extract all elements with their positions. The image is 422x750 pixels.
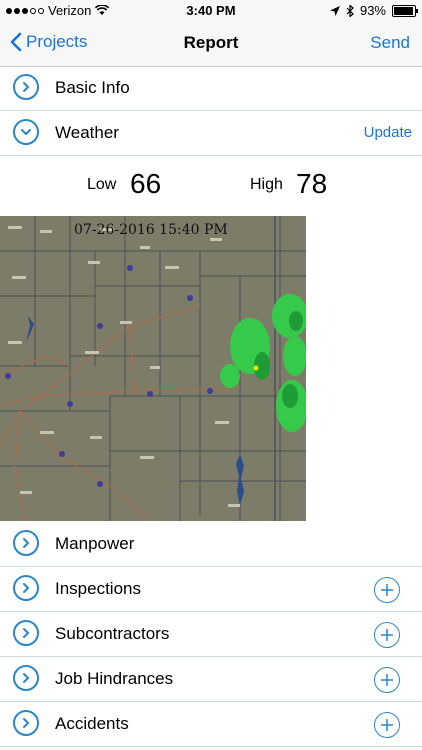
plus-icon bbox=[381, 629, 393, 641]
battery-level bbox=[394, 6, 413, 15]
section-row-accidents[interactable]: Accidents bbox=[0, 702, 422, 747]
section-label-job-hindrances: Job Hindrances bbox=[55, 669, 174, 688]
weather-radar-map: 07-26-2016 15:40 PM bbox=[0, 216, 306, 521]
weather-temperatures: Low 66 High 78 bbox=[0, 160, 422, 212]
section-row-basic-info[interactable]: Basic Info bbox=[0, 66, 422, 111]
radar-map-graphic bbox=[0, 216, 306, 521]
section-row-weather[interactable]: Weather Update bbox=[0, 111, 422, 156]
chevron-right-icon[interactable] bbox=[13, 710, 39, 736]
chevron-right-icon[interactable] bbox=[13, 575, 39, 601]
section-label-weather: Weather bbox=[55, 123, 119, 142]
plus-icon bbox=[381, 719, 393, 731]
status-right: 93% bbox=[329, 3, 418, 18]
update-weather-button[interactable]: Update bbox=[364, 124, 412, 141]
section-label-basic-info: Basic Info bbox=[55, 78, 130, 97]
high-temp-value: 78 bbox=[296, 168, 328, 199]
location-arrow-icon bbox=[329, 5, 340, 16]
chevron-right-icon[interactable] bbox=[13, 620, 39, 646]
add-inspection-button[interactable] bbox=[374, 577, 400, 603]
section-label-accidents: Accidents bbox=[55, 714, 129, 733]
status-bar: Verizon 3:40 PM 93% bbox=[0, 0, 422, 22]
chevron-right-icon[interactable] bbox=[13, 665, 39, 691]
add-accident-button[interactable] bbox=[374, 712, 400, 738]
section-label-manpower: Manpower bbox=[55, 534, 135, 553]
navigation-bar: Projects Report Send bbox=[0, 22, 422, 67]
bluetooth-icon bbox=[346, 4, 354, 17]
low-temp-value: 66 bbox=[130, 168, 162, 199]
page-title: Report bbox=[183, 33, 239, 52]
section-label-subcontractors: Subcontractors bbox=[55, 624, 170, 643]
radar-timestamp: 07-26-2016 15:40 PM bbox=[74, 222, 228, 238]
section-row-job-hindrances[interactable]: Job Hindrances bbox=[0, 657, 422, 702]
low-temp-label: Low bbox=[87, 176, 117, 193]
plus-icon bbox=[381, 584, 393, 596]
section-row-subcontractors[interactable]: Subcontractors bbox=[0, 612, 422, 657]
send-button[interactable]: Send bbox=[370, 33, 410, 53]
high-temp-label: High bbox=[250, 176, 283, 193]
section-label-inspections: Inspections bbox=[55, 579, 141, 598]
add-job-hindrance-button[interactable] bbox=[374, 667, 400, 693]
battery-icon bbox=[392, 4, 418, 17]
add-subcontractor-button[interactable] bbox=[374, 622, 400, 648]
battery-percent: 93% bbox=[359, 3, 386, 18]
chevron-right-icon[interactable] bbox=[13, 74, 39, 100]
chevron-down-icon[interactable] bbox=[13, 119, 39, 145]
plus-icon bbox=[381, 674, 393, 686]
section-row-manpower[interactable]: Manpower bbox=[0, 522, 422, 567]
section-row-inspections[interactable]: Inspections bbox=[0, 567, 422, 612]
chevron-right-icon[interactable] bbox=[13, 530, 39, 556]
